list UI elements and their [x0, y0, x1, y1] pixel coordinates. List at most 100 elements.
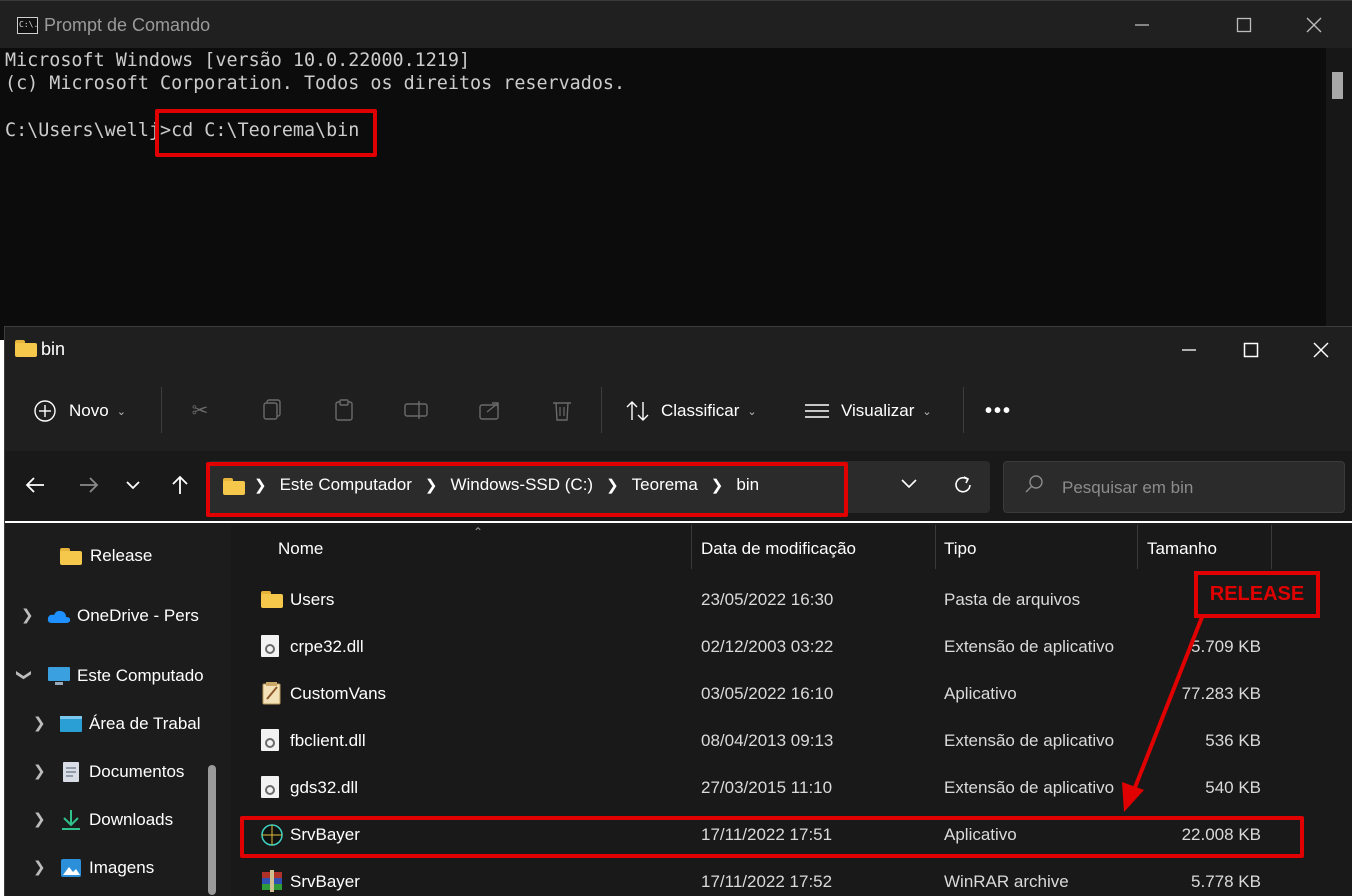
chevron-right-icon[interactable]: ❯ — [33, 858, 46, 876]
paste-button[interactable] — [329, 395, 359, 425]
sidebar-item-label: Este Computado — [77, 666, 204, 685]
file-date: 02/12/2003 03:22 — [701, 637, 834, 656]
copy-button[interactable] — [257, 395, 287, 425]
cmd-prompt: C:\Users\wellj> — [5, 120, 172, 141]
dll-icon — [261, 729, 279, 751]
arrow-right-icon — [80, 477, 99, 493]
cmd-close-button[interactable] — [1280, 1, 1348, 49]
sidebar-item-release[interactable]: Release — [60, 542, 210, 570]
search-icon — [1024, 474, 1044, 499]
recent-locations-button[interactable] — [115, 467, 151, 503]
chevron-down-icon: ⌄ — [922, 405, 932, 418]
folder-icon — [261, 591, 283, 608]
file-name: gds32.dll — [290, 778, 359, 797]
sidebar-item-images[interactable]: Imagens — [59, 854, 207, 882]
column-header-date[interactable]: Data de modificação — [701, 539, 856, 559]
forward-button[interactable] — [71, 467, 107, 503]
file-row[interactable]: SrvBayer 17/11/2022 17:52 WinRAR archive… — [231, 858, 1352, 896]
sidebar-item-label: Área de Trabal — [89, 714, 201, 733]
refresh-icon — [955, 476, 971, 493]
cmd-minimize-button[interactable] — [1108, 1, 1176, 49]
rename-button[interactable] — [401, 395, 431, 425]
delete-button[interactable] — [547, 395, 577, 425]
file-date: 27/03/2015 11:10 — [701, 778, 833, 797]
srvbayer-highlight-box — [240, 816, 1304, 858]
file-type: WinRAR archive — [944, 872, 1069, 891]
explorer-window-title: bin — [41, 339, 66, 359]
column-divider[interactable] — [935, 525, 936, 569]
view-label: Visualizar — [841, 401, 915, 420]
file-type: Pasta de arquivos — [944, 590, 1081, 609]
arrow-up-icon — [172, 475, 188, 494]
sidebar-item-this-pc[interactable]: Este Computado — [47, 662, 207, 690]
cmd-output-line: (c) Microsoft Corporation. Todos os dire… — [5, 73, 626, 94]
sidebar-item-downloads[interactable]: Downloads — [59, 806, 207, 834]
chevron-right-icon[interactable]: ❯ — [21, 606, 34, 624]
column-header-size[interactable]: Tamanho — [1147, 539, 1217, 559]
arrow-left-icon — [25, 477, 44, 493]
trash-icon — [553, 402, 571, 421]
column-divider[interactable] — [1137, 525, 1138, 569]
close-icon — [1313, 342, 1329, 358]
cmd-titlebar[interactable]: C:\. Prompt de Comando — [0, 0, 1352, 48]
sidebar-item-documents[interactable]: Documentos — [59, 758, 207, 786]
explorer-minimize-button[interactable] — [1155, 327, 1223, 373]
chevron-right-icon[interactable]: ❯ — [33, 714, 46, 732]
cmd-scrollbar-thumb[interactable] — [1332, 72, 1343, 99]
refresh-button[interactable] — [952, 474, 974, 501]
desktop-icon — [60, 716, 82, 732]
column-divider[interactable] — [691, 525, 692, 569]
explorer-maximize-button[interactable] — [1217, 327, 1285, 373]
command-bar: Novo ⌄ ✂ Classificar ⌄ Visualizar ⌄ ••• — [5, 373, 1352, 451]
folder-icon — [60, 547, 82, 565]
sidebar-item-onedrive[interactable]: OneDrive - Pers — [47, 602, 207, 630]
chevron-down-icon[interactable]: ❯ — [15, 669, 33, 682]
up-button[interactable] — [162, 467, 198, 503]
file-name: Users — [290, 590, 335, 609]
command-highlight-box — [155, 109, 377, 157]
maximize-icon — [1236, 17, 1252, 33]
cmd-maximize-button[interactable] — [1210, 1, 1278, 49]
new-button[interactable]: Novo ⌄ — [33, 391, 126, 431]
cmd-output-line: Microsoft Windows [versão 10.0.22000.121… — [5, 50, 471, 71]
explorer-titlebar[interactable]: bin — [5, 327, 1352, 373]
maximize-icon — [1243, 342, 1259, 358]
address-history-button[interactable] — [900, 477, 918, 495]
navigation-pane: Release ❯ OneDrive - Pers ❯ Este Computa… — [5, 525, 227, 896]
explorer-close-button[interactable] — [1287, 327, 1352, 373]
share-button[interactable] — [475, 395, 505, 425]
clipboard-icon — [335, 399, 353, 421]
sidebar-item-label: Release — [90, 546, 153, 565]
column-header-type[interactable]: Tipo — [944, 539, 976, 559]
chevron-right-icon[interactable]: ❯ — [33, 810, 46, 828]
toolbar-divider — [161, 387, 162, 433]
more-options-button[interactable]: ••• — [985, 391, 1012, 431]
plus-circle-icon — [34, 400, 56, 422]
rename-icon — [404, 401, 428, 419]
view-button[interactable]: Visualizar ⌄ — [805, 391, 932, 431]
file-type: Extensão de aplicativo — [944, 637, 1115, 656]
cut-button[interactable]: ✂ — [185, 395, 215, 425]
annotation-arrow — [1122, 616, 1204, 812]
sort-button[interactable]: Classificar ⌄ — [625, 391, 757, 431]
file-name: CustomVans — [290, 684, 387, 703]
sort-label: Classificar — [661, 401, 740, 420]
chevron-right-icon[interactable]: ❯ — [33, 762, 46, 780]
column-divider[interactable] — [1271, 525, 1272, 569]
cmd-app-icon: C:\. — [17, 17, 38, 34]
app-icon — [262, 682, 281, 705]
winrar-icon — [262, 870, 282, 892]
sidebar-item-label: Imagens — [89, 858, 155, 877]
sidebar-scrollbar-thumb[interactable] — [208, 765, 216, 895]
cmd-console[interactable]: Microsoft Windows [versão 10.0.22000.121… — [0, 48, 1352, 340]
cmd-window-title: Prompt de Comando — [44, 15, 211, 35]
chevron-down-icon: ⌄ — [116, 405, 126, 418]
column-header-name[interactable]: Nome — [278, 539, 323, 559]
search-box[interactable]: Pesquisar em bin — [1003, 461, 1345, 513]
back-button[interactable] — [17, 467, 53, 503]
sidebar-item-desktop[interactable]: Área de Trabal — [59, 710, 207, 738]
file-date: 23/05/2022 16:30 — [701, 590, 834, 609]
file-date: 17/11/2022 17:52 — [701, 872, 833, 891]
toolbar-divider — [601, 387, 602, 433]
sort-indicator-icon: ⌃ — [473, 525, 484, 539]
